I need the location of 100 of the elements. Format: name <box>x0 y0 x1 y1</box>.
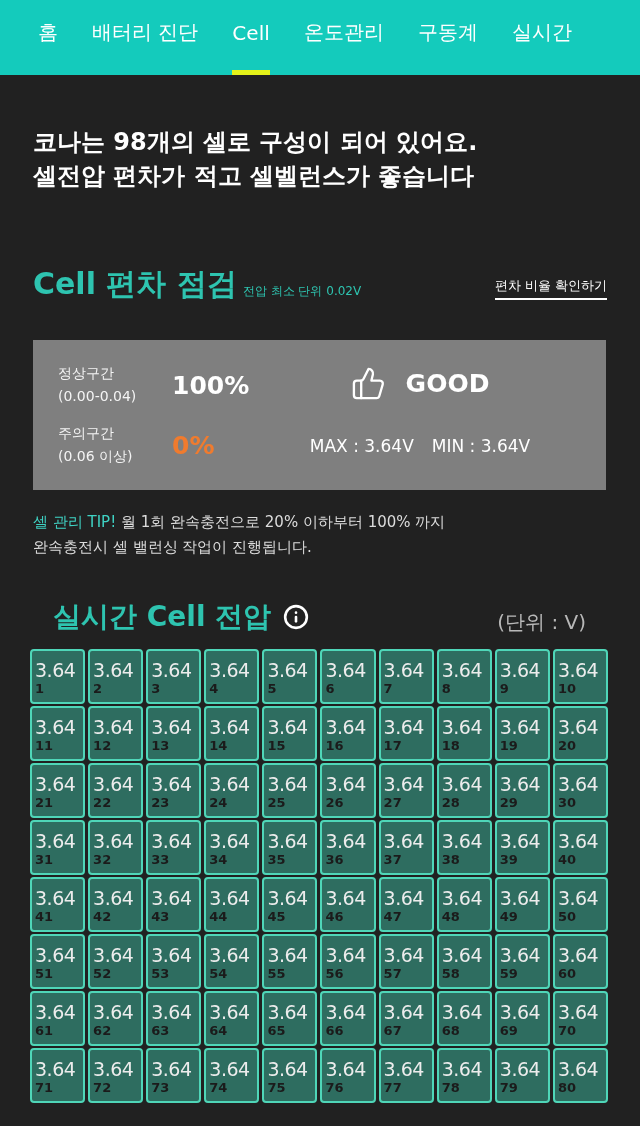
cell-number: 25 <box>267 795 286 810</box>
cell-voltage: 3.64 <box>383 887 424 909</box>
cell-number: 44 <box>209 909 228 924</box>
cell-number: 5 <box>267 681 277 696</box>
cell-number: 7 <box>383 681 393 696</box>
cell-voltage: 3.64 <box>557 830 599 852</box>
cell-voltage: 3.64 <box>35 773 76 795</box>
cell-voltage: 3.64 <box>557 1001 599 1023</box>
cell-number: 21 <box>35 795 54 810</box>
cell-voltage: 3.64 <box>35 716 76 738</box>
cell-voltage: 3.64 <box>151 830 192 852</box>
cell-voltage: 3.64 <box>499 1058 541 1080</box>
cell-number: 4 <box>209 681 219 696</box>
cell-voltage: 3.64 <box>383 716 424 738</box>
cell-number: 80 <box>557 1080 576 1095</box>
cell-number: 55 <box>267 966 286 981</box>
cell-number: 23 <box>151 795 170 810</box>
cell-voltage: 3.64 <box>325 887 366 909</box>
cell-voltage: 3.64 <box>267 716 308 738</box>
cell-voltage: 3.64 <box>35 1001 76 1023</box>
zone-range: (0.00-0.04) <box>58 387 138 406</box>
cell-number: 75 <box>267 1080 286 1095</box>
cell-voltage: 3.64 <box>383 773 424 795</box>
deviation-ratio-link[interactable]: 편차 비율 확인하기 <box>494 277 607 300</box>
cell-number: 59 <box>499 966 518 981</box>
cell-voltage: 3.64 <box>383 830 424 852</box>
cell-voltage: 3.64 <box>499 887 541 909</box>
cell-number: 72 <box>93 1080 112 1095</box>
cell-voltage: 3.64 <box>499 716 541 738</box>
cell-voltage: 3.64 <box>267 887 308 909</box>
cell-number: 35 <box>267 852 286 867</box>
cell-voltage: 3.64 <box>151 716 192 738</box>
nav-tab[interactable]: 구동계 <box>400 0 495 75</box>
cell-voltage: 3.64 <box>325 944 366 966</box>
cell-number: 74 <box>209 1080 228 1095</box>
cell-number: 71 <box>35 1080 54 1095</box>
cell-voltage: 3.64 <box>441 1001 482 1023</box>
cell-voltage: 3.64 <box>557 887 599 909</box>
cell-number: 1 <box>35 681 45 696</box>
cell-voltage: 3.64 <box>557 773 599 795</box>
cell-number: 76 <box>325 1080 344 1095</box>
nav-tab[interactable]: 실시간 <box>494 0 589 75</box>
cell-voltage: 3.64 <box>35 1058 76 1080</box>
cell-number: 10 <box>557 681 576 696</box>
cell-number: 58 <box>441 966 460 981</box>
cell-voltage: 3.64 <box>267 1058 308 1080</box>
cell-number: 39 <box>499 852 518 867</box>
nav-tab[interactable]: 온도관리 <box>286 0 401 75</box>
cell-number: 48 <box>441 909 460 924</box>
cell-voltage: 3.64 <box>499 1001 541 1023</box>
cell-number: 13 <box>151 738 170 753</box>
cell-voltage: 3.64 <box>383 1001 424 1023</box>
cell-number: 68 <box>441 1023 460 1038</box>
cell-number: 36 <box>325 852 344 867</box>
summary-text: 셀전압 편차가 적고 셀벨런스가 좋습니다 <box>33 161 476 192</box>
section-title: Cell 편차 점검 <box>33 265 237 303</box>
cell-number: 61 <box>35 1023 54 1038</box>
cell-voltage: 3.64 <box>209 1058 250 1080</box>
cell-number: 57 <box>383 966 402 981</box>
zone-range: (0.06 이상) <box>58 447 134 466</box>
cell-voltage: 3.64 <box>93 1001 134 1023</box>
cell-number: 3 <box>151 681 161 696</box>
cell-voltage: 3.64 <box>93 659 134 681</box>
cell-voltage: 3.64 <box>209 944 250 966</box>
cell-number: 11 <box>35 738 54 753</box>
cell-voltage: 3.64 <box>267 1001 308 1023</box>
cell-voltage: 3.64 <box>209 1001 250 1023</box>
cell-voltage: 3.64 <box>209 830 250 852</box>
tip-text: 셀 관리 TIP! 월 1회 완속충전으로 20% 이하부터 100% 까지 완속충전시 셀 밸런싱 작업이 진행됩니다. <box>33 512 447 558</box>
cell-number: 50 <box>557 909 576 924</box>
cell-voltage: 3.64 <box>325 830 366 852</box>
cell-number: 17 <box>383 738 402 753</box>
cell-number: 40 <box>557 852 576 867</box>
cell-voltage: 3.64 <box>499 773 541 795</box>
cell-voltage: 3.64 <box>93 944 134 966</box>
cell-voltage: 3.64 <box>325 716 366 738</box>
unit-label: (단위 : V) <box>497 608 586 636</box>
nav-tab[interactable]: 홈 <box>21 0 75 75</box>
cell-number: 14 <box>209 738 228 753</box>
cell-voltage: 3.64 <box>325 1001 366 1023</box>
nav-tab[interactable]: Cell <box>215 0 287 75</box>
cell-number: 30 <box>557 795 576 810</box>
cell-voltage: 3.64 <box>325 1058 366 1080</box>
cell-number: 49 <box>499 909 518 924</box>
cell-number: 34 <box>209 852 228 867</box>
cell-voltage: 3.64 <box>325 659 366 681</box>
nav-tab[interactable]: 배터리 진단 <box>75 0 216 75</box>
cell-voltage: 3.64 <box>93 887 134 909</box>
cell-voltage: 3.64 <box>267 944 308 966</box>
cell-voltage: 3.64 <box>325 773 366 795</box>
cell-number: 24 <box>209 795 228 810</box>
section-title: 실시간 Cell 전압 <box>53 599 272 635</box>
zone-label: 주의구간 <box>58 424 115 443</box>
cell-number: 37 <box>383 852 402 867</box>
cell-voltage: 3.64 <box>93 1058 134 1080</box>
info-icon[interactable] <box>283 604 310 630</box>
verdict-text: GOOD <box>405 369 490 398</box>
cell-number: 27 <box>383 795 402 810</box>
cell-voltage: 3.64 <box>383 944 424 966</box>
cell-voltage: 3.64 <box>267 659 308 681</box>
